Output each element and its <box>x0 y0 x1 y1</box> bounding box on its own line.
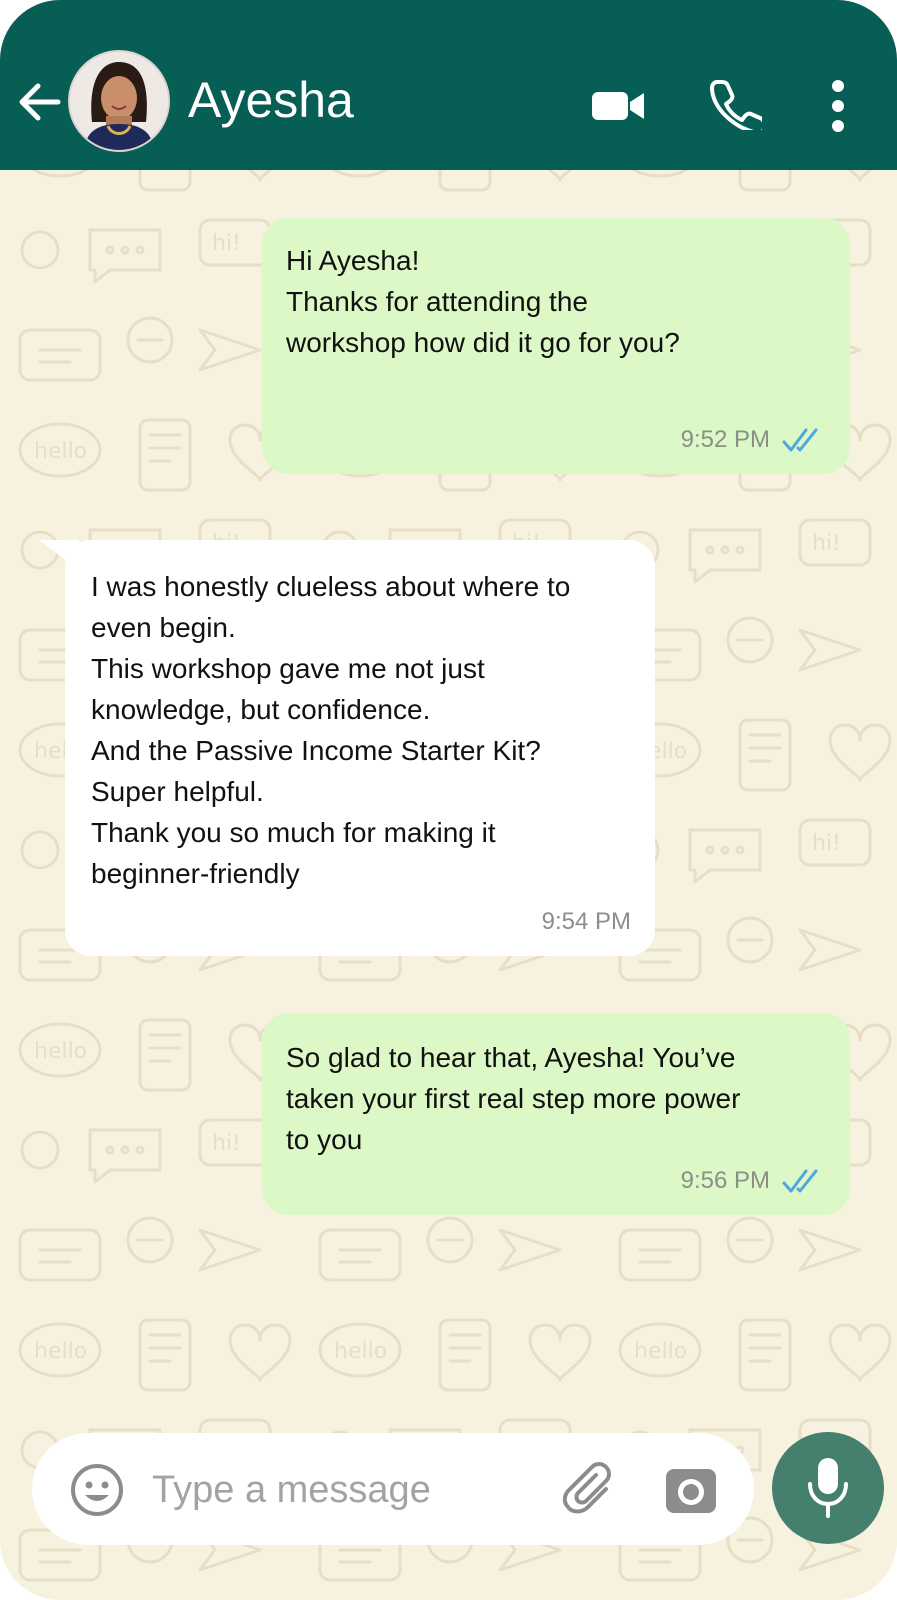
message-input[interactable] <box>150 1461 534 1519</box>
avatar-image <box>70 52 168 150</box>
incoming-message[interactable]: I was honestly clueless about where to e… <box>39 540 655 956</box>
emoji-icon[interactable] <box>70 1463 124 1517</box>
read-ticks-icon <box>782 1169 818 1192</box>
read-ticks-icon <box>782 428 818 451</box>
message-time: 9:56 PM <box>680 1167 770 1194</box>
avatar[interactable] <box>68 50 170 152</box>
microphone-icon <box>808 1458 848 1518</box>
chat-screen: hello hi! <box>0 0 897 1600</box>
outgoing-message[interactable]: So glad to hear that, Ayesha! You’ve tak… <box>262 1013 850 1215</box>
message-time: 9:52 PM <box>680 426 770 453</box>
message-meta: 9:54 PM <box>542 901 631 942</box>
message-time: 9:54 PM <box>541 908 631 935</box>
message-text: Hi Ayesha! Thanks for attending the work… <box>286 245 680 358</box>
more-options-icon[interactable] <box>826 78 850 134</box>
bubble-tail <box>39 540 79 570</box>
back-arrow-icon[interactable] <box>18 80 62 124</box>
voice-record-button[interactable] <box>772 1432 884 1544</box>
camera-icon[interactable] <box>664 1463 718 1517</box>
video-camera-icon[interactable] <box>590 84 646 128</box>
message-text: I was honestly clueless about where to e… <box>91 571 571 889</box>
message-input-bar <box>32 1433 754 1545</box>
message-text: So glad to hear that, Ayesha! You’ve tak… <box>286 1042 741 1155</box>
phone-icon[interactable] <box>710 78 762 130</box>
chat-header: Ayesha <box>0 0 897 170</box>
message-meta: 9:52 PM <box>681 419 826 460</box>
message-meta: 9:56 PM <box>681 1160 826 1201</box>
contact-name[interactable]: Ayesha <box>188 70 354 130</box>
outgoing-message[interactable]: Hi Ayesha! Thanks for attending the work… <box>262 218 850 474</box>
attachment-clip-icon[interactable] <box>562 1459 622 1519</box>
